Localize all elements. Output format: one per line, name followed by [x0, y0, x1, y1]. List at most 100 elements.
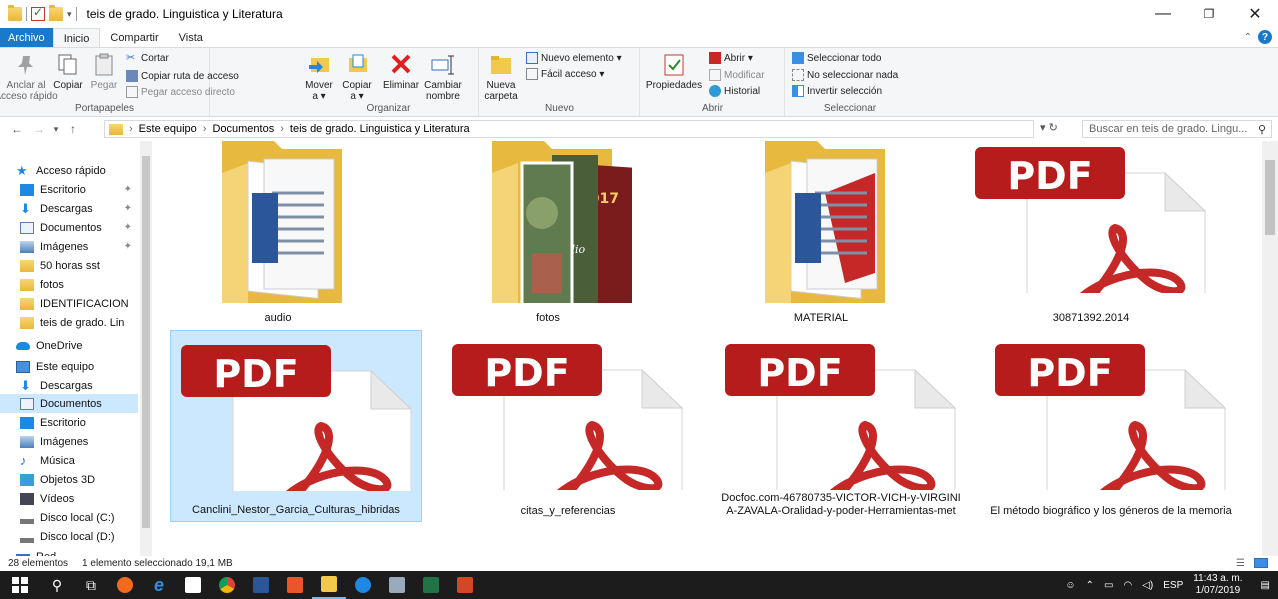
sidebar-item[interactable]: ★ Acceso rápido: [0, 161, 138, 180]
sidebar-item[interactable]: OneDrive: [0, 336, 138, 355]
folder-item[interactable]: MATERIAL: [695, 141, 947, 325]
sidebar-item[interactable]: Imágenes ✦: [0, 237, 138, 256]
sidebar-item[interactable]: IDENTIFICACION: [0, 294, 138, 313]
invert-selection-button[interactable]: Invertir selección: [792, 85, 882, 97]
wifi-icon[interactable]: ◠: [1123, 580, 1132, 591]
refresh-icon[interactable]: ▾ ↻: [1040, 121, 1058, 134]
copy-button[interactable]: Copiar: [50, 52, 86, 91]
recent-locations-icon[interactable]: ▾: [50, 124, 62, 135]
tab-inicio[interactable]: Inicio: [52, 28, 101, 48]
sidebar-item[interactable]: ♪ Música: [0, 451, 138, 470]
breadcrumb-documentos[interactable]: Documentos: [212, 123, 274, 135]
pin-icon[interactable]: ✦: [124, 203, 132, 214]
properties-icon[interactable]: [31, 5, 45, 21]
folder-item[interactable]: 2017 Julio fotos: [422, 141, 674, 325]
large-icons-view-icon[interactable]: [1254, 558, 1268, 568]
copy-path-button[interactable]: Copiar ruta de acceso: [126, 70, 239, 82]
file-item-pdf[interactable]: PDF El método biográfico y los géneros d…: [985, 330, 1237, 522]
open-button[interactable]: Abrir ▾: [709, 52, 753, 64]
paste-shortcut-button[interactable]: Pegar acceso directo: [126, 86, 235, 98]
new-folder-icon[interactable]: [49, 5, 63, 21]
up-icon[interactable]: ↑: [62, 122, 84, 136]
task-view-icon[interactable]: ⧉: [74, 571, 108, 599]
select-none-button[interactable]: No seleccionar nada: [792, 69, 898, 81]
sidebar-item[interactable]: Disco local (D:): [0, 527, 138, 546]
easy-access-button[interactable]: Fácil acceso ▾: [526, 68, 604, 80]
sidebar-item[interactable]: ⬇ Descargas: [0, 376, 138, 395]
sidebar-item[interactable]: Escritorio ✦: [0, 180, 138, 199]
sidebar-item[interactable]: fotos: [0, 275, 138, 294]
excel-icon[interactable]: [414, 571, 448, 599]
search-taskbar-icon[interactable]: ⚲: [40, 571, 74, 599]
edge-icon[interactable]: e: [142, 571, 176, 599]
sidebar-item[interactable]: Imágenes: [0, 432, 138, 451]
new-folder-button[interactable]: Nueva carpeta: [482, 52, 520, 102]
clock[interactable]: 11:43 a. m. 1/07/2019: [1193, 573, 1242, 597]
sidebar-item[interactable]: Documentos ✦: [0, 218, 138, 237]
sidebar-item[interactable]: ⬇ Descargas ✦: [0, 199, 138, 218]
close-button[interactable]: ✕: [1232, 0, 1278, 28]
delete-button[interactable]: Eliminar: [379, 52, 423, 91]
history-button[interactable]: Historial: [709, 85, 760, 97]
show-hidden-icons[interactable]: ⌃: [1086, 580, 1094, 591]
edit-button[interactable]: Modificar: [709, 69, 765, 81]
sidebar-item[interactable]: Vídeos: [0, 489, 138, 508]
move-to-button[interactable]: Mover a ▾: [301, 52, 337, 102]
word-icon[interactable]: [244, 571, 278, 599]
people-icon[interactable]: ☺: [1065, 580, 1075, 591]
properties-button[interactable]: Propiedades: [645, 52, 703, 91]
file-item-pdf[interactable]: PDF Canclini_Nestor_Garcia_Culturas_hibr…: [170, 330, 422, 522]
maximize-button[interactable]: ❐: [1186, 0, 1232, 28]
new-item-button[interactable]: Nuevo elemento ▾: [526, 52, 622, 64]
collapse-ribbon-icon[interactable]: ⌃: [1244, 32, 1252, 43]
pin-icon[interactable]: ✦: [124, 241, 132, 252]
language-indicator[interactable]: ESP: [1163, 580, 1183, 591]
minimize-button[interactable]: —: [1140, 0, 1186, 28]
cut-button[interactable]: ✂ Cortar: [126, 52, 169, 64]
sidebar-item[interactable]: 50 horas sst: [0, 256, 138, 275]
start-button[interactable]: [0, 571, 40, 599]
select-all-button[interactable]: Seleccionar todo: [792, 52, 882, 64]
volume-icon[interactable]: ◁): [1142, 580, 1153, 591]
file-item-pdf[interactable]: PDF Docfoc.com-46780735-VICTOR-VICH-y-VI…: [715, 330, 967, 522]
rename-button[interactable]: Cambiar nombre: [423, 52, 463, 102]
sidebar-item[interactable]: Disco local (C:): [0, 508, 138, 527]
sidebar-item[interactable]: teis de grado. Lin: [0, 313, 138, 332]
cortana-icon[interactable]: [346, 571, 380, 599]
network-app-icon[interactable]: [380, 571, 414, 599]
breadcrumb[interactable]: › Este equipo › Documentos › teis de gra…: [104, 120, 1034, 138]
paste-button[interactable]: Pegar: [86, 52, 122, 91]
nav-scrollbar-thumb[interactable]: [142, 156, 150, 528]
back-icon[interactable]: ←: [6, 122, 28, 136]
forward-icon[interactable]: →: [28, 122, 50, 136]
folder-item[interactable]: audio: [152, 141, 404, 325]
tab-archivo[interactable]: Archivo: [0, 28, 53, 48]
details-view-icon[interactable]: ☰: [1236, 558, 1245, 569]
media-player-icon[interactable]: [278, 571, 312, 599]
file-item-pdf[interactable]: PDF citas_y_referencias: [442, 330, 694, 522]
tab-vista[interactable]: Vista: [169, 28, 213, 48]
breadcrumb-este-equipo[interactable]: Este equipo: [139, 123, 197, 135]
sidebar-item[interactable]: Este equipo: [0, 357, 138, 376]
file-explorer-taskbar-icon[interactable]: [312, 571, 346, 599]
firefox-icon[interactable]: [108, 571, 142, 599]
file-item-pdf[interactable]: PDF 30871392.2014: [965, 141, 1217, 325]
content-scrollbar-thumb[interactable]: [1265, 160, 1275, 235]
tab-compartir[interactable]: Compartir: [100, 28, 168, 48]
search-input[interactable]: Buscar en teis de grado. Lingu... ⚲: [1082, 120, 1272, 138]
store-icon[interactable]: [176, 571, 210, 599]
help-icon[interactable]: ?: [1258, 30, 1272, 44]
notifications-icon[interactable]: ▤: [1261, 580, 1270, 591]
customize-toolbar-icon[interactable]: ▾: [67, 9, 72, 20]
sidebar-item[interactable]: Documentos: [0, 394, 138, 413]
powerpoint-icon[interactable]: [448, 571, 482, 599]
pin-icon[interactable]: ✦: [124, 184, 132, 195]
pin-quick-access-button[interactable]: Anclar al Acceso rápido: [0, 52, 58, 102]
breadcrumb-current-folder[interactable]: teis de grado. Linguistica y Literatura: [290, 123, 470, 135]
sidebar-item[interactable]: Objetos 3D: [0, 470, 138, 489]
pin-icon[interactable]: ✦: [124, 222, 132, 233]
sidebar-item[interactable]: Escritorio: [0, 413, 138, 432]
copy-to-button[interactable]: Copiar a ▾: [339, 52, 375, 102]
chrome-icon[interactable]: [210, 571, 244, 599]
battery-icon[interactable]: ▭: [1104, 580, 1113, 591]
